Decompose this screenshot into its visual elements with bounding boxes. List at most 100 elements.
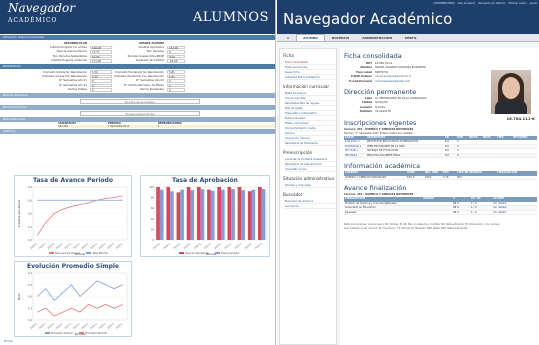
table-cell: [496, 145, 512, 149]
ramos-tomados-empty: No tiene ramos tomados: [80, 98, 200, 104]
sidebar-item[interactable]: Inscripción: [285, 204, 336, 209]
top-link-recuperar[interactable]: Recuperar por Defecto: [478, 2, 505, 5]
sidebar-item[interactable]: Deudas y Aranceles: [285, 183, 336, 188]
table-cell: [512, 140, 537, 144]
detail-value: 33-2614176: [375, 110, 391, 114]
table-cell: 1 / 0: [471, 206, 477, 210]
x-tick-label: 2015-1: [115, 322, 124, 330]
bar: [261, 189, 266, 240]
table-cell[interactable]: MTU308-1: [344, 149, 366, 153]
top-link-ayuda[interactable]: Ayuda: [530, 2, 537, 5]
tab-perfil[interactable]: PERFIL: [399, 35, 423, 41]
ramos-inscritos-empty: No tiene ramos inscritos: [80, 110, 200, 116]
table-cell: [512, 145, 537, 149]
x-tick-label: 2013-2: [90, 242, 99, 250]
tab-alumno[interactable]: ALUMNO: [296, 34, 325, 41]
stats-label: Créditos Aprobados: [138, 46, 164, 50]
bar: [190, 190, 195, 240]
stats2-label: N° Semestres Año 03: [59, 83, 87, 87]
table-cell[interactable]: Ver detalle: [492, 211, 537, 215]
stats2-label: N° Semestres Año 02: [136, 79, 164, 83]
logo-line2: ACADÉMICO: [8, 17, 58, 24]
table-cell[interactable]: Ver detalle: [492, 206, 537, 210]
home-link[interactable]: Home: [4, 339, 13, 343]
detail-label: E-mail Personal: [349, 79, 372, 83]
detail-value[interactable]: cramosalvarez@gmail.com: [375, 80, 410, 84]
sidebar-item[interactable]: Actividad Extra Académica: [285, 75, 336, 80]
tab-administracion[interactable]: ADMINISTRACIÓN: [356, 35, 398, 41]
x-tick-label: 2010-1: [30, 322, 39, 330]
y-tick-label: 100: [149, 185, 154, 189]
table-cell: [468, 145, 482, 149]
table-cell: [496, 154, 512, 158]
x-tick-label: 2014-1: [234, 242, 243, 250]
table-cell: 6,0: [445, 149, 449, 153]
y-tick-label: 5.3: [28, 306, 32, 310]
section-bar-ramos-tomados[interactable]: Ramos Tomados: [0, 92, 275, 98]
navegador-academico-window: Navegador Académico CONTENER MENÚ Salir …: [277, 0, 539, 345]
table-cell[interactable]: IED30019: [344, 154, 366, 158]
table-cell: [482, 145, 496, 149]
table-cell: 0: [457, 149, 459, 153]
chart1-legend: Tasa avance Periodo Tasa Minima: [49, 252, 108, 255]
y-tick-label: 80: [151, 196, 155, 200]
stats2-value: 0: [90, 79, 112, 83]
table-cell: 2010: [425, 175, 432, 179]
top-link-salir[interactable]: Salir de Sesión: [458, 2, 476, 5]
sidebar-section: Preinscripción: [283, 150, 313, 155]
top-link-contener[interactable]: CONTENER MENÚ: [433, 2, 454, 5]
stats2-label: Ramos Pendientes: [140, 88, 164, 92]
table-cell[interactable]: QIM-3010-3: [344, 140, 366, 144]
home-icon[interactable]: ⌂: [281, 35, 295, 41]
stats-row: Créditos Exigidos al Periodo 171,00 Supera…: [30, 58, 275, 63]
stats-label: Créditos Exigidos al Periodo: [50, 59, 87, 63]
right-header: Navegador Académico CONTENER MENÚ Salir …: [277, 0, 539, 34]
y-tick-label: 0: [152, 238, 154, 242]
acad-title: Información académica: [344, 162, 421, 171]
x-tick-label: 2014-2: [244, 242, 253, 250]
stats2-value: 5,70: [90, 74, 112, 79]
top-link-eliminar[interactable]: Eliminar sesión: [508, 2, 526, 5]
stats-value: 190,00: [90, 45, 112, 50]
table-cell: QUIMICA Y CIENCIAS NATURALES: [345, 175, 387, 179]
stats2-label: Ramos Totales: [68, 88, 87, 92]
stats-value: 142,00: [167, 45, 185, 50]
x-tick-label: 2014-2: [107, 242, 116, 250]
stats-label: Créditos Exigidos por el Plan: [49, 46, 87, 50]
sidebar-item[interactable]: Consultar cursos: [285, 167, 336, 172]
table-cell: [422, 206, 452, 210]
x-tick-label: 2012-1: [193, 242, 202, 250]
y-tick-label: 0.8: [28, 198, 32, 202]
bar: [241, 190, 246, 240]
y-tick-label: 0.3: [28, 238, 32, 242]
y-tick-label: 20: [151, 227, 155, 231]
x-tick-label: 2015-1: [115, 242, 124, 250]
stats-value: 77,77: [90, 50, 112, 54]
sidebar: Ficha Ficha consolidada Datos personales Su…: [279, 48, 337, 345]
bar: [166, 187, 171, 240]
x-tick-label: 2013-2: [90, 322, 99, 330]
stats-value: 0,00: [167, 54, 185, 59]
stats-label: Nro. Periodos Sustentados: [52, 54, 87, 58]
section-bar-graficos[interactable]: Gráficos: [0, 128, 275, 134]
y-tick-label: 40: [151, 217, 155, 221]
table-cell[interactable]: Ver detalle: [492, 202, 537, 206]
x-tick-label: 2013-2: [224, 242, 233, 250]
bar: [227, 187, 232, 240]
chart1-legend-1: Tasa avance Periodo: [55, 252, 81, 255]
stats-value: 10,00: [90, 54, 112, 59]
stats2-value: 0: [167, 87, 185, 92]
table-cell: 6,0: [445, 140, 449, 144]
table-cell[interactable]: DQU30010-1: [344, 145, 366, 149]
navegador-logo[interactable]: Navegador ACADÉMICO: [8, 2, 75, 26]
x-tick-label: 2012-2: [203, 242, 212, 250]
tab-docencia[interactable]: DOCENCIA: [326, 35, 355, 41]
rep-cell-periodo: 2 Semestre 2011: [108, 124, 130, 128]
bar: [210, 190, 215, 240]
sidebar-item[interactable]: Resultados de Evaluación: [285, 141, 336, 146]
bar: [237, 187, 242, 240]
x-tick-label: 2013-1: [81, 322, 90, 330]
section-bar-ramos-inscritos[interactable]: Ramos Inscritos: [0, 104, 275, 110]
stats-header-left: RESUMEN PLAN: [64, 41, 87, 45]
table-cell: 1 / 0: [471, 210, 477, 214]
